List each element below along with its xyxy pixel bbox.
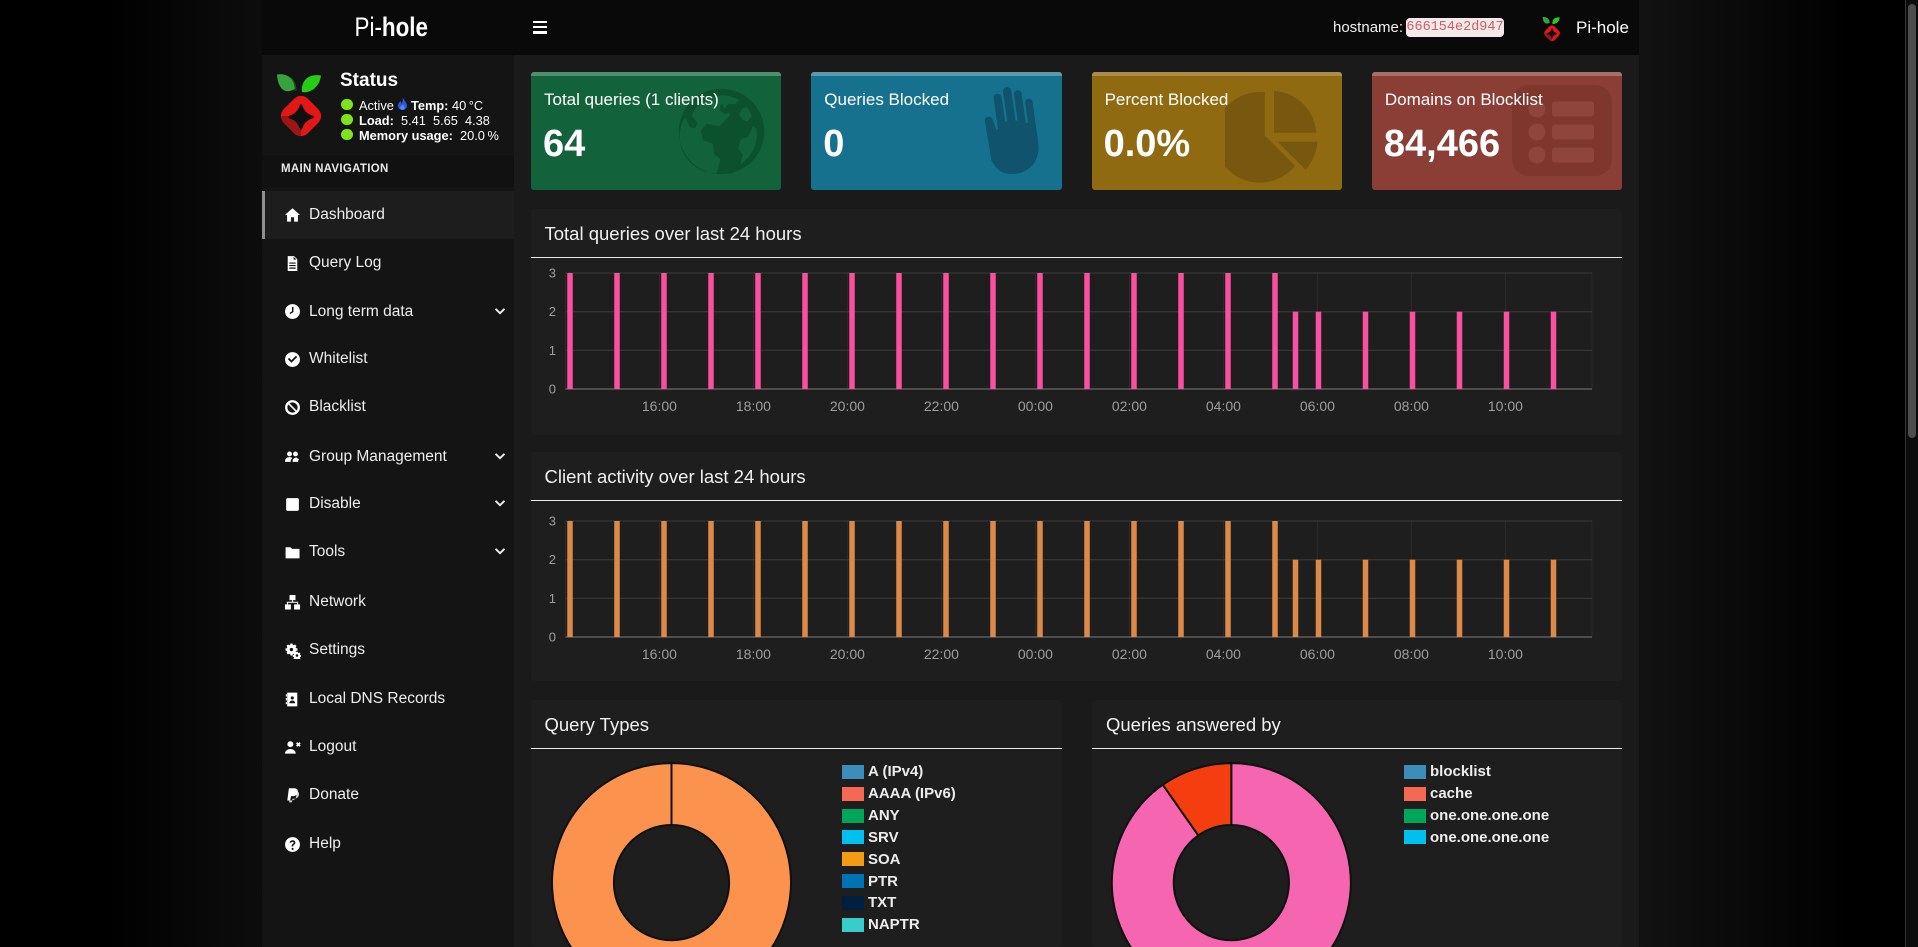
- svg-text:16:00: 16:00: [642, 646, 677, 662]
- svg-text:00:00: 00:00: [1018, 398, 1053, 414]
- svg-text:00:00: 00:00: [1018, 646, 1053, 662]
- svg-text:06:00: 06:00: [1300, 646, 1335, 662]
- svg-text:10:00: 10:00: [1488, 646, 1523, 662]
- svg-text:02:00: 02:00: [1112, 646, 1147, 662]
- svg-text:20:00: 20:00: [830, 398, 865, 414]
- svg-text:04:00: 04:00: [1206, 646, 1241, 662]
- svg-text:22:00: 22:00: [924, 398, 959, 414]
- svg-text:16:00: 16:00: [642, 398, 677, 414]
- svg-text:2: 2: [549, 304, 556, 319]
- svg-text:02:00: 02:00: [1112, 398, 1147, 414]
- svg-text:1: 1: [549, 591, 556, 606]
- svg-text:08:00: 08:00: [1394, 398, 1429, 414]
- svg-text:0: 0: [549, 382, 556, 397]
- svg-text:18:00: 18:00: [736, 646, 771, 662]
- svg-text:20:00: 20:00: [830, 646, 865, 662]
- svg-text:18:00: 18:00: [736, 398, 771, 414]
- svg-text:3: 3: [549, 266, 556, 281]
- svg-text:2: 2: [549, 552, 556, 567]
- svg-text:22:00: 22:00: [924, 646, 959, 662]
- svg-text:1: 1: [549, 343, 556, 358]
- svg-text:08:00: 08:00: [1394, 646, 1429, 662]
- svg-text:0: 0: [549, 630, 556, 645]
- svg-text:06:00: 06:00: [1300, 398, 1335, 414]
- svg-text:10:00: 10:00: [1488, 398, 1523, 414]
- svg-text:04:00: 04:00: [1206, 398, 1241, 414]
- svg-text:3: 3: [549, 514, 556, 529]
